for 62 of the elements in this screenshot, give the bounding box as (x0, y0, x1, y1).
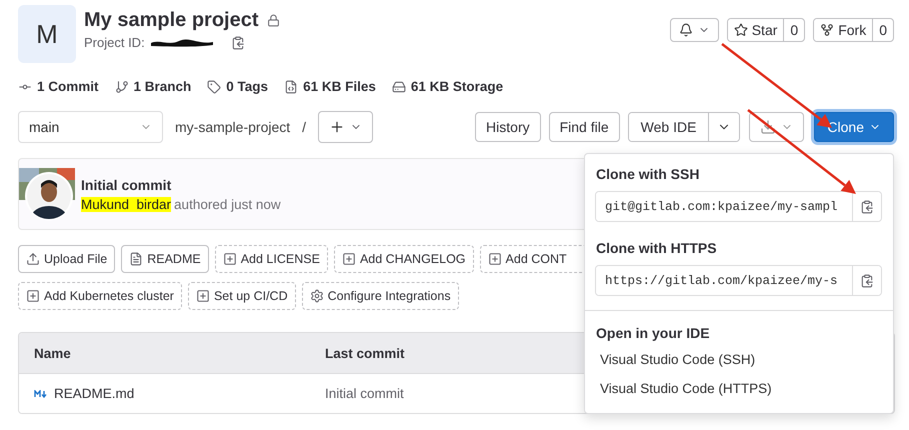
project-id-label: Project ID: (84, 35, 145, 50)
copy-icon (230, 36, 245, 50)
plus-square-icon (222, 252, 237, 266)
stat-link[interactable]: 61 KB Files (303, 79, 376, 94)
ssh-url-field[interactable]: git@gitlab.com:kpaizee/my-sampl (595, 191, 882, 222)
toolbar-button[interactable]: History (475, 112, 541, 142)
project-avatar: M (18, 5, 76, 63)
branch-select[interactable]: main (18, 111, 163, 143)
copy-icon (860, 274, 874, 288)
branch-icon (114, 80, 129, 94)
action-button[interactable]: Add Kubernetes cluster (18, 282, 182, 310)
column-header: Name (34, 346, 71, 360)
copy-button[interactable] (852, 192, 881, 221)
plus-square-icon (488, 252, 502, 266)
plus-square-icon (196, 289, 210, 303)
download-button[interactable] (749, 112, 804, 142)
toolbar-button[interactable]: Find file (548, 112, 620, 142)
commit-title[interactable]: Initial commit (81, 176, 281, 192)
menu-heading: Open in your IDE (595, 324, 711, 341)
copy-button[interactable] (852, 266, 881, 295)
author-link[interactable]: Mukund birdar (81, 196, 172, 212)
action-button[interactable]: Set up CI/CD (188, 282, 296, 310)
document-icon (129, 252, 144, 266)
bell-icon (678, 23, 693, 37)
path-breadcrumb[interactable]: my-sample-project (175, 119, 290, 135)
project-title: My sample project (84, 9, 259, 32)
settings-icon (310, 289, 324, 303)
action-button[interactable]: Configure Integrations (302, 282, 459, 310)
fork-icon (820, 23, 834, 37)
stat-link[interactable]: 1 Branch (134, 79, 192, 94)
action-button[interactable]: Add LICENSE (214, 245, 328, 273)
table-cell: Initial commit (325, 386, 404, 401)
menu-item[interactable]: Visual Studio Code (HTTPS) (585, 374, 893, 403)
commit-meta: authored just now (174, 196, 281, 212)
star-count: 0 (783, 19, 804, 41)
download-icon (760, 119, 776, 135)
redaction-mark (148, 38, 215, 48)
action-button[interactable]: Upload File (18, 245, 116, 273)
fork-count: 0 (872, 19, 893, 41)
stat-link[interactable]: 0 Tags (226, 79, 268, 94)
menu-heading: Clone with SSH (595, 165, 700, 182)
notification-button[interactable] (670, 18, 719, 42)
file-link[interactable]: README.md (54, 386, 134, 401)
https-url-field[interactable]: https://gitlab.com/kpaizee/my-s (595, 265, 882, 296)
star-icon (734, 23, 748, 37)
plus-square-icon (342, 252, 356, 266)
copy-icon (860, 200, 874, 214)
plus-square-icon (26, 289, 40, 303)
stat-link[interactable]: 61 KB Storage (410, 79, 504, 94)
markdown-icon (34, 390, 48, 398)
action-button[interactable]: README (121, 245, 209, 273)
drive-icon (392, 80, 406, 94)
action-button[interactable]: Add CHANGELOG (334, 245, 474, 273)
file-icon (284, 80, 298, 94)
path-separator: / (302, 119, 306, 135)
upload-icon (26, 252, 40, 266)
tag-icon (207, 80, 222, 94)
lock-icon (266, 14, 280, 27)
column-header: Last commit (325, 346, 405, 360)
stat-link[interactable]: 1 Commit (37, 79, 99, 94)
clone-button[interactable]: Clone (814, 112, 894, 142)
menu-item[interactable]: Visual Studio Code (SSH) (585, 345, 893, 374)
